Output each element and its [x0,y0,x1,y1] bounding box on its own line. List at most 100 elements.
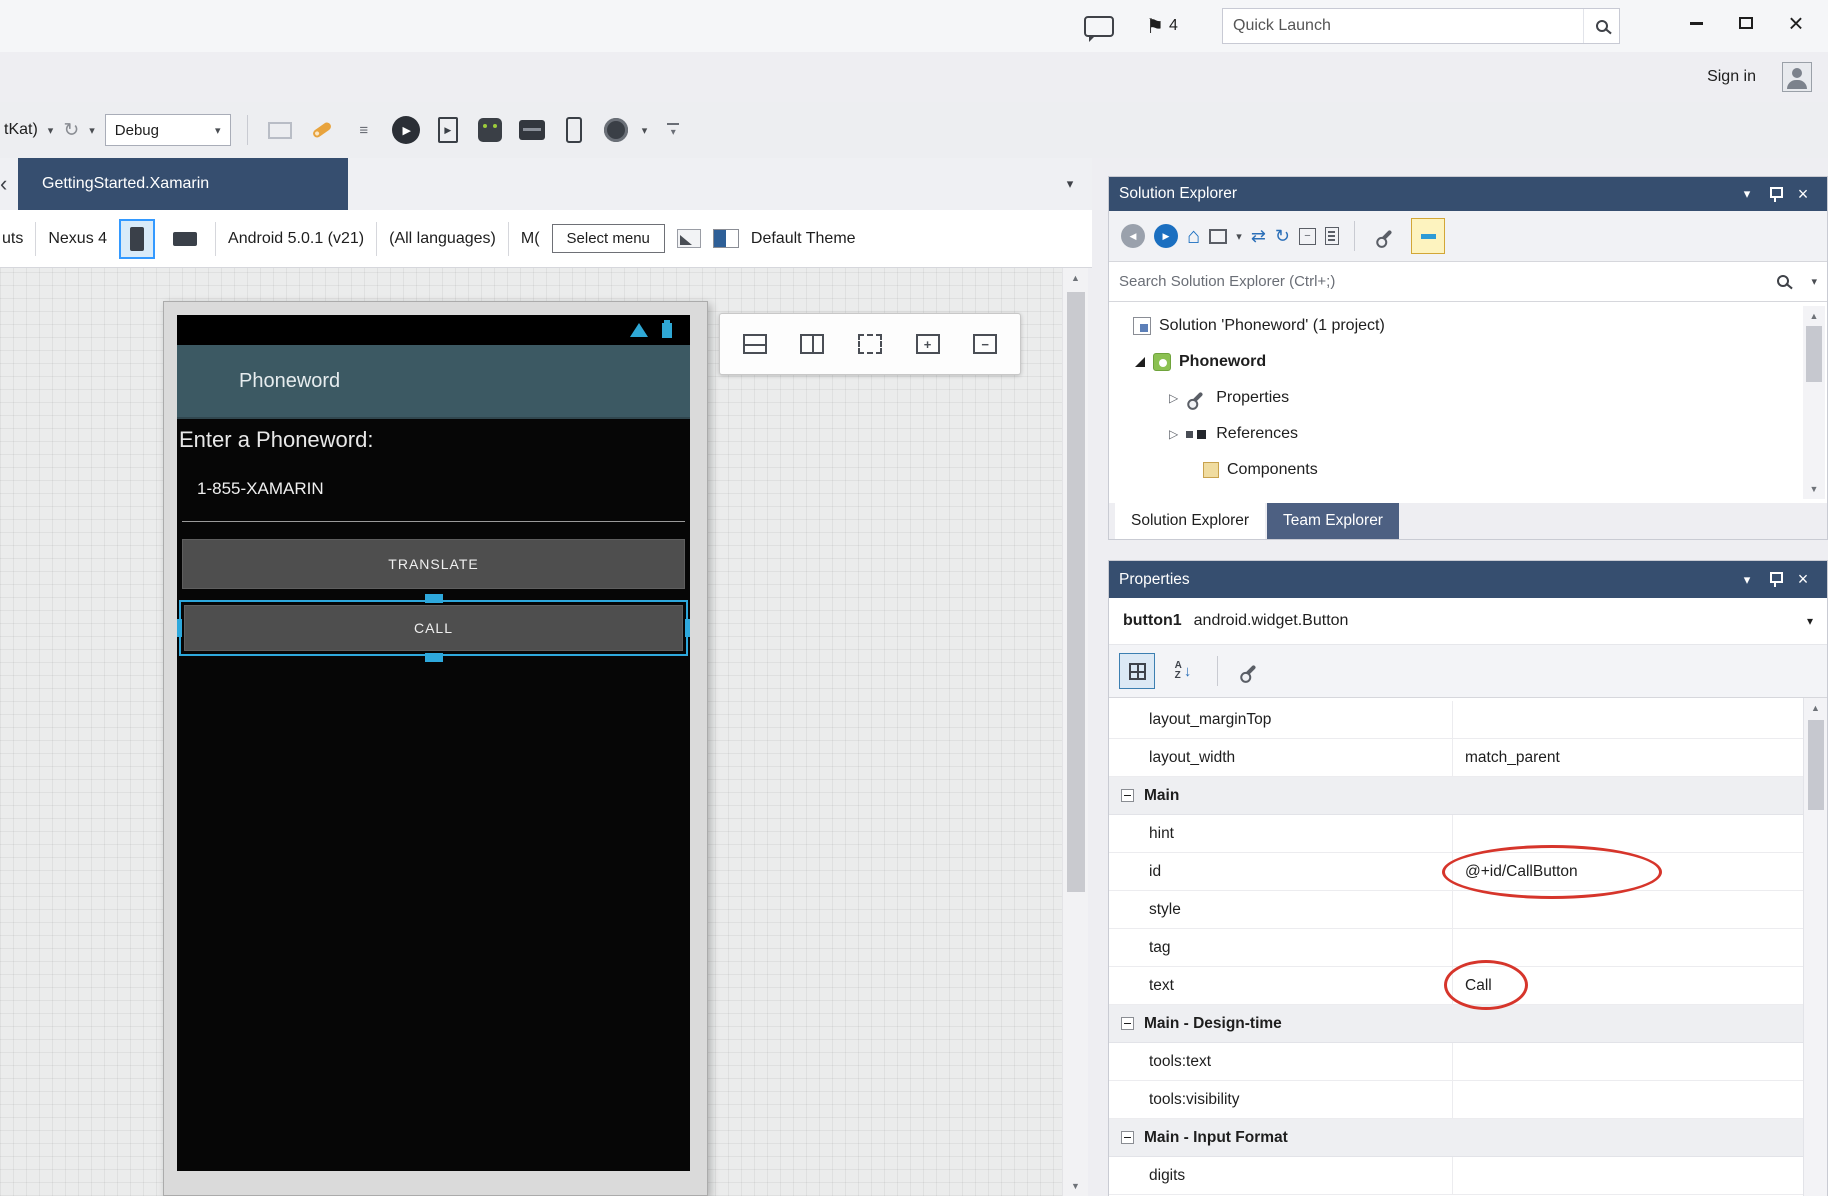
device-dropdown-clipped[interactable]: tKat) [4,121,38,139]
back-button[interactable] [1121,224,1145,248]
pin-button[interactable] [1761,187,1789,202]
property-value[interactable] [1453,1081,1803,1118]
property-value[interactable] [1453,1043,1803,1080]
property-value[interactable]: match_parent [1453,739,1803,776]
property-name[interactable]: tools:text [1109,1043,1453,1080]
resize-handle-bottom[interactable] [425,653,443,662]
object-selector-dropdown[interactable] [1807,614,1813,628]
close-panel-button[interactable] [1789,569,1817,590]
property-value[interactable] [1453,929,1803,966]
scroll-thumb[interactable] [1067,292,1085,892]
android-action-bar[interactable]: Phoneword [177,345,690,419]
property-grid-scrollbar[interactable] [1803,698,1827,1196]
sync-with-active-document-button[interactable] [1251,226,1266,247]
chevron-down-icon[interactable] [1811,275,1817,288]
chevron-down-icon[interactable] [1236,230,1242,243]
close-button[interactable] [1774,6,1818,40]
collapse-category-icon[interactable] [1121,1017,1134,1030]
collapse-all-button[interactable] [1299,228,1316,245]
property-name[interactable]: layout_marginTop [1109,701,1453,738]
toolbar-overflow-button[interactable] [657,114,689,146]
property-value[interactable] [1453,891,1803,928]
collapse-category-icon[interactable] [1121,789,1134,802]
property-name[interactable]: id [1109,853,1453,890]
zoom-in-button[interactable] [903,320,953,368]
fit-to-view-button[interactable] [845,320,895,368]
notifications[interactable]: 4 [1146,10,1178,42]
window-position-dropdown[interactable] [1733,186,1761,202]
start-debug-button[interactable] [390,114,422,146]
property-name[interactable]: style [1109,891,1453,928]
chevron-down-icon[interactable] [89,124,95,137]
minimize-button[interactable] [1674,6,1718,40]
split-horizontal-button[interactable] [730,320,780,368]
textview-widget[interactable]: Enter a Phoneword: [179,427,373,453]
forward-button[interactable] [1154,224,1178,248]
tree-node-properties[interactable]: Properties [1109,380,1827,416]
resize-handle-top[interactable] [425,594,443,603]
home-button[interactable] [1187,225,1200,247]
device-manager-button[interactable] [558,114,590,146]
landscape-button[interactable] [167,219,203,259]
solution-search-input[interactable] [1109,262,1827,301]
tab-team-explorer[interactable]: Team Explorer [1267,503,1399,539]
show-all-files-button[interactable] [1370,220,1402,252]
tree-node-components[interactable]: Components [1109,452,1827,488]
property-name[interactable]: text [1109,967,1453,1004]
design-surface[interactable]: Phoneword Enter a Phoneword: 1-855-XAMAR… [0,268,1062,1196]
tree-scrollbar[interactable] [1803,306,1825,499]
property-name[interactable]: digits [1109,1157,1453,1194]
scroll-up-arrow[interactable] [1803,306,1825,326]
tree-node-solution[interactable]: Solution 'Phoneword' (1 project) [1109,308,1827,344]
tab-gettingstarted-xamarin[interactable]: GettingStarted.Xamarin [18,158,348,210]
android-version-selector[interactable]: Android 5.0.1 (v21) [228,230,364,248]
properties-page-button[interactable] [1325,227,1339,245]
scope-to-this-button[interactable] [1209,229,1227,244]
chevron-down-icon[interactable] [48,124,54,137]
edittext-widget[interactable]: 1-855-XAMARIN [197,479,324,499]
split-vertical-button[interactable] [787,320,837,368]
translate-button-widget[interactable]: TRANSLATE [182,539,685,589]
property-name[interactable]: tools:visibility [1109,1081,1453,1118]
window-position-dropdown[interactable] [1733,572,1761,588]
scroll-down-arrow[interactable] [1063,1176,1088,1196]
resize-handle-left[interactable] [177,619,182,637]
user-avatar-icon[interactable] [1782,62,1812,92]
feedback-icon[interactable] [1084,16,1114,37]
zoom-out-button[interactable] [960,320,1010,368]
tab-solution-explorer[interactable]: Solution Explorer [1115,503,1265,539]
pin-button[interactable] [1761,572,1789,587]
property-value-text[interactable]: Call [1453,967,1803,1004]
property-value[interactable] [1453,815,1803,852]
scroll-thumb[interactable] [1808,720,1824,810]
phone-screen[interactable]: Phoneword Enter a Phoneword: 1-855-XAMAR… [177,315,690,1171]
screenshot-button[interactable] [516,114,548,146]
expander-closed-icon[interactable] [1169,427,1178,441]
designer-clipped-label[interactable]: uts [2,230,23,248]
list-options-button[interactable] [348,114,380,146]
selected-object-row[interactable]: button1 android.widget.Button [1109,598,1827,645]
quick-launch-input[interactable] [1223,9,1583,43]
property-value-id[interactable]: @+id/CallButton [1453,853,1803,890]
scroll-thumb[interactable] [1806,326,1822,382]
property-value[interactable] [1453,1157,1803,1194]
resize-handle-right[interactable] [685,619,690,637]
select-menu-dropdown[interactable]: Select menu [552,224,665,253]
run-on-device-button[interactable] [432,114,464,146]
action-bar-preview-icon[interactable] [677,229,701,248]
attach-button[interactable] [306,114,338,146]
refresh-button[interactable] [1275,226,1290,247]
configuration-dropdown[interactable]: Debug [105,114,231,146]
expander-closed-icon[interactable] [1169,391,1178,405]
scroll-up-arrow[interactable] [1804,698,1827,718]
android-emulator-button[interactable] [474,114,506,146]
tree-node-project[interactable]: Phoneword [1109,344,1827,380]
portrait-button[interactable] [119,219,155,259]
property-pages-button[interactable] [1234,655,1266,687]
categorized-view-button[interactable] [1119,653,1155,689]
tree-node-references[interactable]: References [1109,416,1827,452]
search-icon[interactable] [1777,275,1789,287]
property-name[interactable]: layout_width [1109,739,1453,776]
property-name[interactable]: hint [1109,815,1453,852]
selection-box[interactable]: CALL [179,600,688,656]
